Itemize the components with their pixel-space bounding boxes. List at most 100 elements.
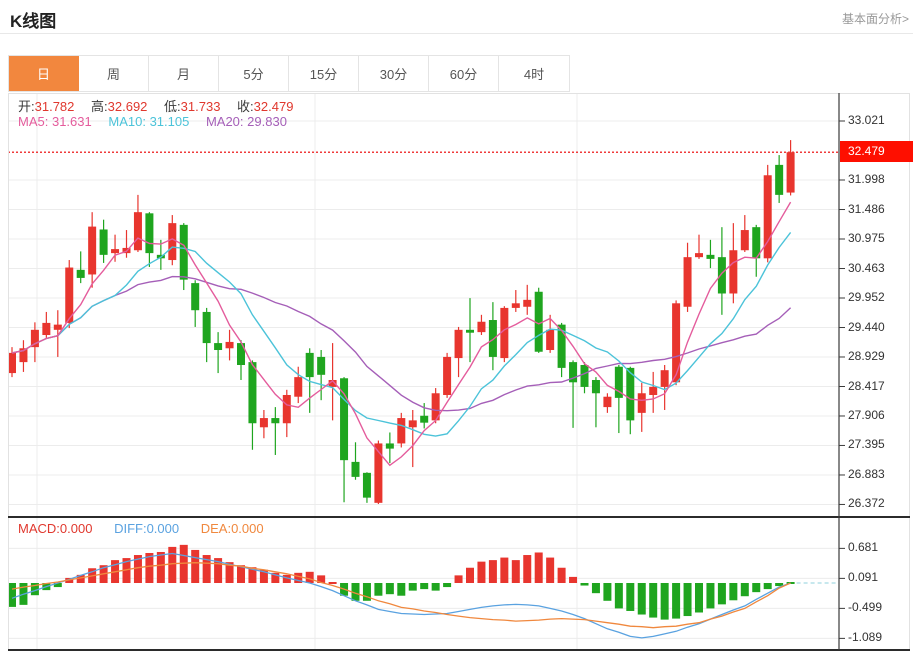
candle-down [363, 473, 371, 498]
macd-bar [661, 583, 669, 620]
macd-bar [512, 560, 520, 583]
candle-up [661, 370, 669, 387]
candle-up [787, 152, 795, 192]
chart-area[interactable] [8, 93, 910, 651]
candle-up [455, 330, 463, 358]
macd-bar [764, 583, 772, 589]
candle-down [214, 343, 222, 350]
candle-up [741, 230, 749, 250]
candle-down [420, 416, 428, 423]
macd-bar [569, 577, 577, 583]
macd-bar [455, 575, 463, 583]
candle-down [489, 320, 497, 357]
candle-down [386, 443, 394, 448]
candles [8, 140, 795, 504]
tab-5分[interactable]: 5分 [219, 56, 289, 91]
tab-周[interactable]: 周 [79, 56, 149, 91]
macd-bar [466, 568, 474, 583]
candle-up [672, 303, 680, 382]
candle-down [775, 165, 783, 195]
candle-up [684, 257, 692, 307]
gridlines [8, 93, 839, 650]
macd-bar [535, 552, 543, 583]
tab-日[interactable]: 日 [9, 56, 79, 91]
tab-15分[interactable]: 15分 [289, 56, 359, 91]
candle-up [88, 227, 96, 275]
macd-bar [592, 583, 600, 593]
macd-bar [752, 583, 760, 592]
macd-bar [191, 550, 199, 583]
macd-bar [638, 583, 646, 615]
candle-down [718, 257, 726, 293]
candle-down [706, 255, 714, 259]
macd-bar [695, 583, 703, 612]
candle-down [145, 213, 153, 253]
macd-bar [397, 583, 405, 596]
candle-up [8, 353, 16, 373]
candle-up [512, 303, 520, 308]
macd-bar [500, 558, 508, 583]
candle-up [409, 420, 417, 427]
candle-up [649, 387, 657, 395]
fundamental-analysis-link[interactable]: 基本面分析> [842, 10, 909, 27]
macd-bar [729, 583, 737, 600]
macd-bar [157, 552, 165, 583]
candle-up [168, 223, 176, 260]
macd-bar [558, 568, 566, 583]
candle-up [294, 377, 302, 397]
macd-bar [329, 582, 337, 584]
macd-bar [546, 558, 554, 583]
candle-up [226, 342, 234, 348]
macd-bar [706, 583, 714, 608]
candle-down [306, 353, 314, 377]
candle-up [111, 249, 119, 253]
candle-down [352, 462, 360, 477]
candle-down [203, 312, 211, 343]
macd-bar [581, 583, 589, 586]
header-divider [0, 33, 913, 34]
macd-bar [168, 547, 176, 583]
macd-bar [649, 583, 657, 618]
tab-4时[interactable]: 4时 [499, 56, 569, 91]
candle-up [523, 300, 531, 307]
candle-up [42, 323, 50, 335]
candle-down [317, 357, 325, 375]
candle-up [638, 393, 646, 413]
macd-bar [718, 583, 726, 604]
macd-bar [420, 583, 428, 589]
candle-up [603, 397, 611, 407]
candle-up [546, 330, 554, 350]
macd-bar [443, 583, 451, 587]
macd-bar [477, 562, 485, 583]
macd-bar [603, 583, 611, 601]
candle-up [31, 330, 39, 347]
candle-down [77, 270, 85, 278]
page-title: K线图 [10, 7, 56, 32]
period-tabbar: 日周月5分15分30分60分4时 [8, 55, 570, 92]
macd-bar [626, 583, 634, 611]
kline-page: K线图 基本面分析> 日周月5分15分30分60分4时 开:31.782 高:3… [0, 0, 913, 655]
macd-bar [8, 583, 16, 607]
macd-bar [489, 560, 497, 583]
kline-chart-canvas[interactable] [8, 93, 910, 651]
tab-60分[interactable]: 60分 [429, 56, 499, 91]
tab-30分[interactable]: 30分 [359, 56, 429, 91]
candle-up [54, 325, 62, 330]
candle-up [283, 395, 291, 423]
candle-up [397, 418, 405, 443]
candle-down [248, 362, 256, 423]
candle-up [260, 418, 268, 427]
candle-down [271, 418, 279, 423]
macd-bar [432, 583, 440, 591]
macd-bar [684, 583, 692, 616]
candle-down [100, 229, 108, 254]
candle-down [581, 365, 589, 387]
macd-bar [374, 583, 382, 596]
macd-bar [523, 555, 531, 583]
candle-down [466, 330, 474, 333]
macd-bar [741, 583, 749, 596]
candle-up [695, 253, 703, 257]
candle-up [443, 357, 451, 395]
tab-月[interactable]: 月 [149, 56, 219, 91]
macd-bar [386, 583, 394, 594]
